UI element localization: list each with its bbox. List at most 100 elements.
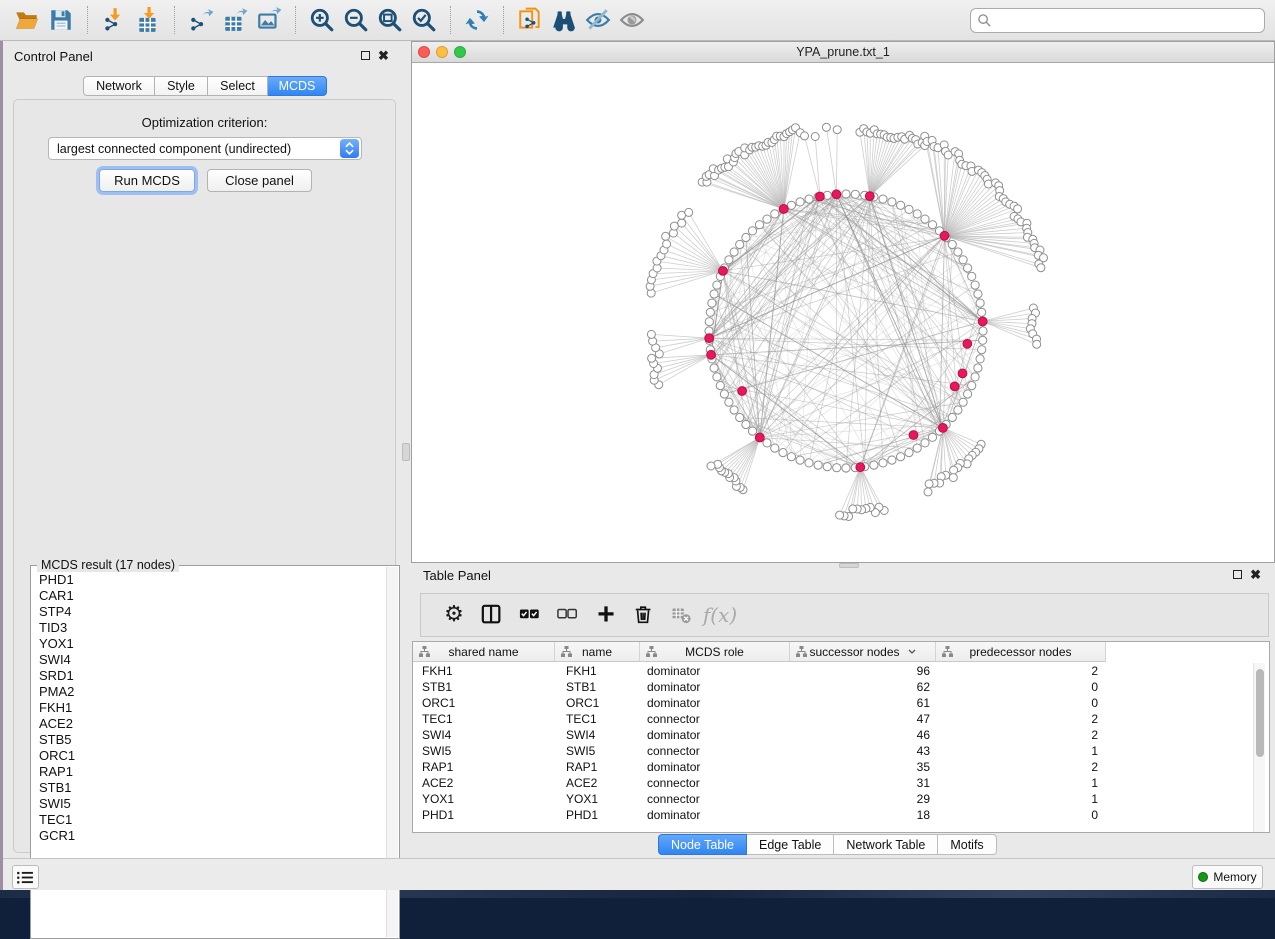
table-row[interactable]: YOX1YOX1connector291	[413, 791, 1111, 807]
column-header-successor-nodes[interactable]: successor nodes	[790, 642, 936, 662]
tab-style[interactable]: Style	[155, 76, 208, 96]
tab-node-table[interactable]: Node Table	[658, 834, 747, 855]
table-cell: 47	[793, 711, 940, 727]
sort-descending-icon	[908, 649, 916, 654]
add-column-button[interactable]: +	[587, 597, 625, 633]
control-panel-title: Control Panel	[14, 49, 93, 64]
table-row[interactable]: SWI5SWI5connector431	[413, 743, 1111, 759]
mcds-result-item[interactable]: ORC1	[39, 748, 386, 764]
mcds-result-item[interactable]: SRD1	[39, 668, 386, 684]
binoculars-button[interactable]	[547, 4, 581, 36]
export-table-button[interactable]	[218, 4, 252, 36]
table-cell: 43	[793, 743, 940, 759]
save-session-button[interactable]	[44, 4, 78, 36]
table-row[interactable]: PHD1PHD1dominator180	[413, 807, 1111, 823]
network-window-titlebar[interactable]: YPA_prune.txt_1	[412, 42, 1274, 63]
import-network-button[interactable]	[97, 4, 131, 36]
export-network-button[interactable]	[184, 4, 218, 36]
hide-graphics-details-button[interactable]	[581, 4, 615, 36]
table-cell: ACE2	[413, 775, 556, 791]
task-history-button[interactable]	[12, 865, 39, 889]
column-header-label: name	[582, 645, 612, 659]
import-table-button[interactable]	[131, 4, 165, 36]
network-graph[interactable]	[412, 63, 1274, 562]
table-cell: dominator	[642, 727, 793, 743]
tab-network[interactable]: Network	[83, 76, 155, 96]
mcds-result-item[interactable]: RAP1	[39, 764, 386, 780]
mcds-result-item[interactable]: ACE2	[39, 716, 386, 732]
search-input[interactable]	[996, 14, 1258, 28]
zoom-out-button[interactable]	[339, 4, 373, 36]
show-columns-button[interactable]	[473, 597, 511, 633]
table-row[interactable]: ORC1ORC1dominator610	[413, 695, 1111, 711]
mcds-result-item[interactable]: STP4	[39, 604, 386, 620]
mcds-result-item[interactable]: SWI5	[39, 796, 386, 812]
column-type-icon	[646, 646, 657, 657]
mcds-result-item[interactable]: STB1	[39, 780, 386, 796]
refresh-view-button[interactable]	[460, 4, 494, 36]
table-row[interactable]: FKH1FKH1dominator962	[413, 663, 1111, 679]
delete-column-button[interactable]	[625, 597, 663, 633]
mcds-result-item[interactable]: GCR1	[39, 828, 386, 844]
table-row[interactable]: SWI4SWI4dominator462	[413, 727, 1111, 743]
main-toolbar	[0, 0, 1275, 41]
delete-table-button[interactable]	[663, 597, 701, 633]
close-panel-icon[interactable]: ✖	[378, 51, 389, 60]
mcds-result-item[interactable]: TID3	[39, 620, 386, 636]
mcds-result-item[interactable]: TEC1	[39, 812, 386, 828]
tab-motifs[interactable]: Motifs	[938, 834, 996, 855]
show-graphics-details-button[interactable]	[615, 4, 649, 36]
mcds-result-item[interactable]: FKH1	[39, 700, 386, 716]
float-panel-icon[interactable]	[361, 51, 370, 60]
mcds-result-item[interactable]: STB5	[39, 732, 386, 748]
column-header-MCDS-role[interactable]: MCDS role	[640, 642, 790, 662]
table-cell: SWI4	[413, 727, 556, 743]
network-from-document-button[interactable]	[513, 4, 547, 36]
node-table[interactable]: shared name name MCDS rolesuccessor nodesp…	[412, 641, 1270, 833]
mcds-result-item[interactable]: PHD1	[39, 572, 386, 588]
plus-icon: +	[597, 602, 615, 628]
vertical-splitter-handle[interactable]	[402, 443, 410, 461]
table-row[interactable]: ACE2ACE2connector311	[413, 775, 1111, 791]
column-header-shared-name[interactable]: shared name	[413, 642, 555, 662]
mcds-result-item[interactable]: CAR1	[39, 588, 386, 604]
column-header-predecessor-nodes[interactable]: predecessor nodes	[936, 642, 1106, 662]
column-header-name[interactable]: name	[555, 642, 640, 662]
tab-select[interactable]: Select	[208, 76, 268, 96]
scrollbar-thumb[interactable]	[1256, 669, 1264, 757]
table-row[interactable]: STB1STB1dominator620	[413, 679, 1111, 695]
open-file-button[interactable]	[10, 4, 44, 36]
table-cell: 1	[940, 743, 1111, 759]
deselect-all-rows-button[interactable]	[549, 597, 587, 633]
select-all-rows-button[interactable]	[511, 597, 549, 633]
mcds-result-item[interactable]: PMA2	[39, 684, 386, 700]
desktop: Control Panel ✖ NetworkStyleSelectMCDS O…	[0, 0, 1275, 898]
table-cell: SWI5	[413, 743, 556, 759]
table-vertical-scrollbar[interactable]	[1253, 663, 1265, 833]
export-image-button[interactable]	[252, 4, 286, 36]
close-panel-icon[interactable]: ✖	[1250, 570, 1261, 579]
table-cell: 1	[940, 791, 1111, 807]
zoom-in-button[interactable]	[305, 4, 339, 36]
float-panel-icon[interactable]	[1233, 570, 1242, 579]
hide-graphics-details-icon	[585, 7, 611, 33]
tab-mcds[interactable]: MCDS	[268, 76, 327, 96]
table-cell: YOX1	[413, 791, 556, 807]
apply-function-button[interactable]: f(x)	[701, 597, 739, 633]
tab-network-table[interactable]: Network Table	[834, 834, 938, 855]
table-options-gear-button[interactable]: ⚙	[435, 597, 473, 633]
close-panel-button[interactable]: Close panel	[207, 169, 312, 192]
table-row[interactable]: RAP1RAP1dominator352	[413, 759, 1111, 775]
mcds-result-item[interactable]: YOX1	[39, 636, 386, 652]
zoom-in-icon	[309, 7, 335, 33]
search-box[interactable]	[970, 8, 1265, 33]
mcds-result-item[interactable]: SWI4	[39, 652, 386, 668]
run-mcds-button[interactable]: Run MCDS	[99, 169, 195, 192]
table-row[interactable]: TEC1TEC1connector472	[413, 711, 1111, 727]
memory-button[interactable]: Memory	[1192, 865, 1263, 889]
network-canvas[interactable]	[412, 63, 1274, 562]
fit-content-button[interactable]	[373, 4, 407, 36]
optimization-criterion-select[interactable]: largest connected component (undirected)	[48, 137, 362, 160]
tab-edge-table[interactable]: Edge Table	[747, 834, 834, 855]
zoom-selected-button[interactable]	[407, 4, 441, 36]
